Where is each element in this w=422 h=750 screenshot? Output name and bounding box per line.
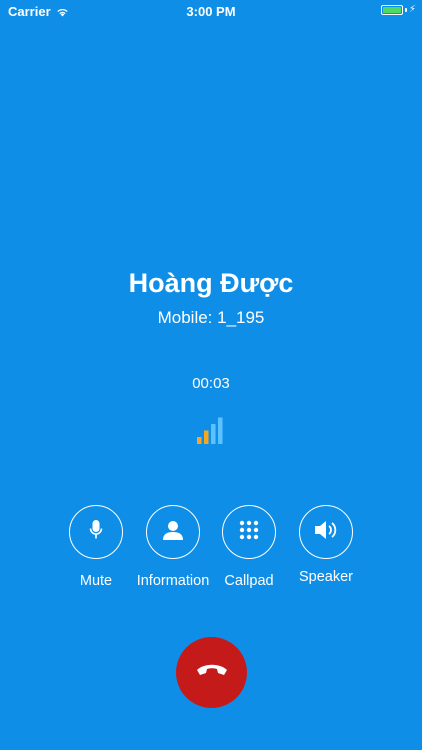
signal-bar	[197, 437, 202, 444]
callpad-button-circle[interactable]	[222, 505, 276, 559]
speaker-label: Speaker	[298, 569, 353, 585]
charging-icon: ⚡	[408, 4, 416, 15]
clock: 3:00 PM	[186, 4, 236, 19]
keypad-icon	[238, 519, 260, 546]
microphone-icon	[89, 519, 103, 546]
signal-bar	[211, 424, 216, 444]
signal-bar	[218, 417, 223, 444]
information-button-circle[interactable]	[146, 505, 200, 559]
speaker-icon	[313, 519, 339, 546]
battery-tip	[404, 8, 407, 12]
mute-button-circle[interactable]	[69, 505, 123, 559]
person-icon	[162, 519, 184, 546]
end-call-button[interactable]	[176, 637, 247, 708]
battery-level	[382, 7, 401, 13]
battery-icon: ⚡	[380, 4, 416, 15]
call-timer: 00:03	[192, 375, 230, 392]
speaker-button[interactable]: Speaker	[281, 505, 371, 585]
status-bar: Carrier 3:00 PM ⚡	[0, 0, 422, 22]
contact-number: Mobile: 1_195	[157, 308, 265, 327]
speaker-button-circle[interactable]	[299, 505, 353, 559]
battery-body	[380, 5, 403, 15]
signal-strength-icon	[197, 415, 227, 445]
contact-name: Hoàng Được	[128, 268, 294, 298]
phone-hangup-icon	[195, 662, 229, 683]
signal-bar	[204, 430, 209, 444]
call-actions: Mute Information Callpad Speaker	[0, 505, 422, 595]
